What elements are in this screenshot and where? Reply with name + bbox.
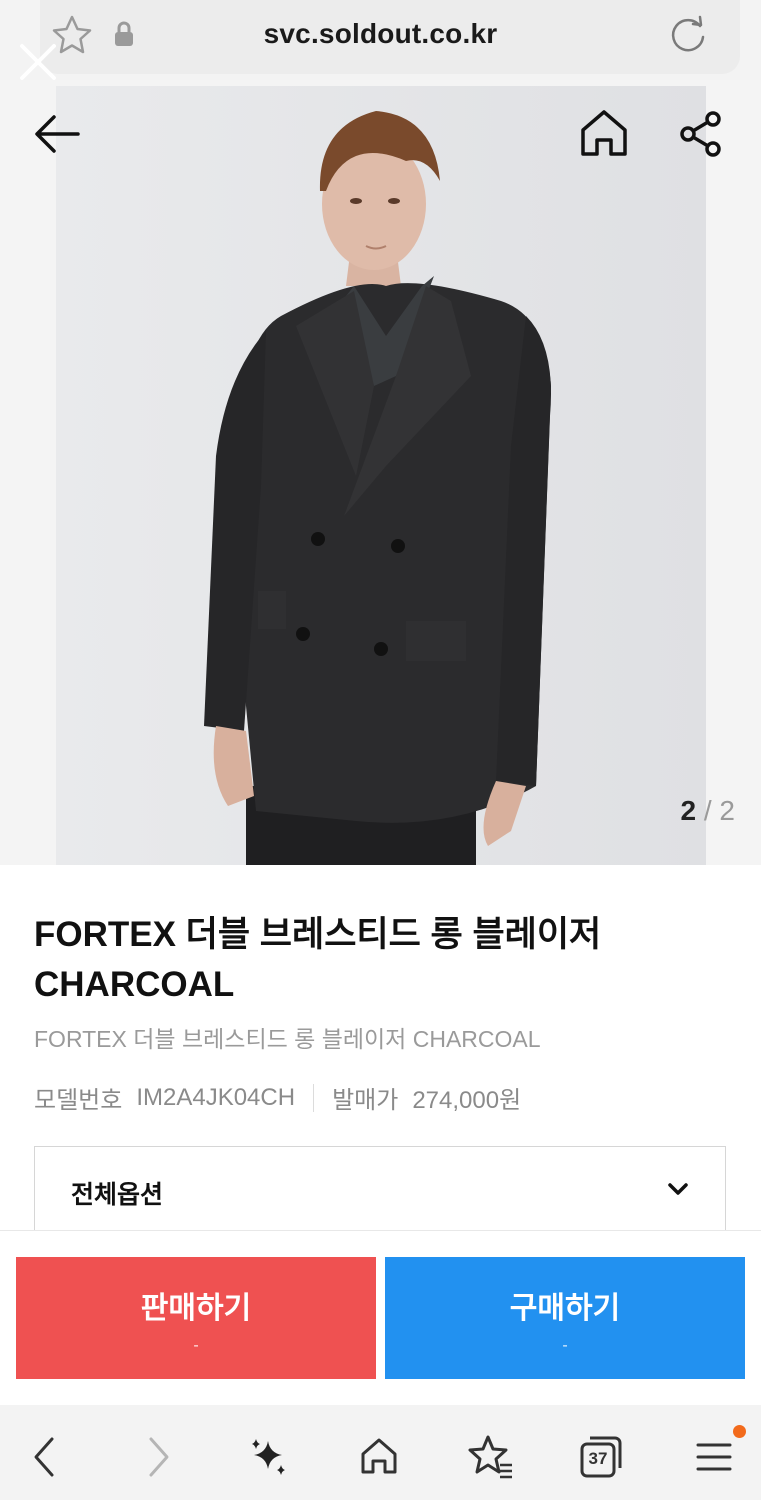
options-dropdown[interactable]: 전체옵션 <box>34 1146 726 1242</box>
image-counter-current: 2 <box>680 795 697 826</box>
nav-home-icon[interactable] <box>358 1435 400 1477</box>
options-label: 전체옵션 <box>71 1181 164 1209</box>
tab-count: 37 <box>588 1449 608 1468</box>
product-subtitle: FORTEX 더블 브레스티드 롱 블레이저 CHARCOAL <box>34 1026 541 1052</box>
sell-button-price: - <box>193 1337 199 1354</box>
browser-bottom-nav: 37 <box>0 1405 761 1500</box>
product-image[interactable] <box>56 86 706 865</box>
sell-button[interactable]: 판매하기 - <box>16 1257 376 1379</box>
buy-button-price: - <box>562 1337 568 1354</box>
chevron-down-icon <box>668 1183 688 1195</box>
share-icon[interactable] <box>678 110 724 158</box>
buy-button-label: 구매하기 <box>509 1292 621 1325</box>
release-price-value: 274,000원 <box>412 1087 522 1114</box>
release-price-label: 발매가 <box>332 1087 399 1114</box>
model-wearing-blazer-illustration <box>56 86 706 865</box>
close-icon[interactable] <box>18 42 58 82</box>
model-number-label: 모델번호 <box>34 1087 123 1114</box>
buy-button[interactable]: 구매하기 - <box>385 1257 745 1379</box>
product-meta: 모델번호 IM2A4JK04CH 발매가 274,000원 <box>34 1080 521 1115</box>
model-number-value: IM2A4JK04CH <box>136 1083 296 1111</box>
lock-icon <box>115 21 133 46</box>
menu-icon[interactable] <box>694 1437 734 1477</box>
nav-forward-icon[interactable] <box>145 1435 173 1479</box>
image-counter-total: 2 <box>719 795 735 826</box>
bookmark-star-icon[interactable] <box>466 1433 514 1479</box>
sell-button-label: 판매하기 <box>140 1292 252 1325</box>
sparkle-icon[interactable] <box>248 1435 290 1477</box>
back-arrow-icon[interactable] <box>32 112 82 156</box>
image-counter-separator: / <box>703 795 712 826</box>
reload-icon[interactable] <box>666 12 710 56</box>
image-counter: 2 / 2 <box>681 795 736 827</box>
notification-dot <box>733 1425 746 1438</box>
home-icon[interactable] <box>578 108 630 158</box>
product-title: FORTEX 더블 브레스티드 롱 블레이저 CHARCOAL <box>34 910 734 1010</box>
meta-divider <box>313 1083 315 1112</box>
product-title-line1: FORTEX 더블 브레스티드 롱 블레이저 <box>34 915 602 954</box>
nav-back-icon[interactable] <box>30 1435 58 1479</box>
browser-top-bar: svc.soldout.co.kr <box>0 0 761 80</box>
product-title-line2: CHARCOAL <box>34 965 235 1004</box>
